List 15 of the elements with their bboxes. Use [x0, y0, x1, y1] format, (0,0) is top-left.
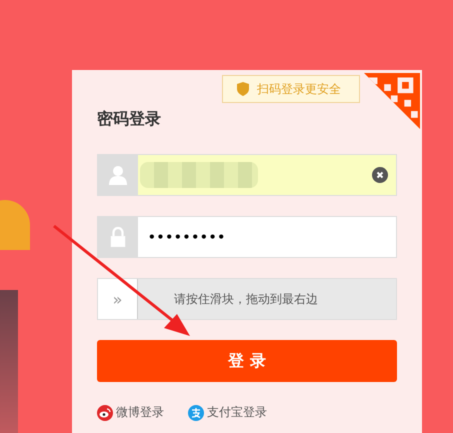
alipay-icon	[188, 404, 204, 420]
user-icon	[98, 155, 138, 195]
login-button[interactable]: 登 录	[97, 340, 397, 382]
login-title: 密码登录	[97, 108, 162, 130]
clear-icon[interactable]	[372, 167, 388, 183]
weibo-icon	[97, 404, 113, 420]
weibo-login-link[interactable]: 微博登录	[97, 404, 164, 421]
shield-icon	[237, 82, 249, 96]
qr-hint-text: 扫码登录更安全	[257, 80, 341, 98]
username-field[interactable]	[97, 154, 397, 196]
lock-icon	[98, 217, 138, 257]
password-field[interactable]: •••••••••	[97, 216, 397, 258]
password-value: •••••••••	[148, 230, 226, 244]
alipay-login-link[interactable]: 支付宝登录	[188, 404, 267, 421]
slider-hint: 请按住滑块，拖动到最右边	[174, 290, 318, 308]
